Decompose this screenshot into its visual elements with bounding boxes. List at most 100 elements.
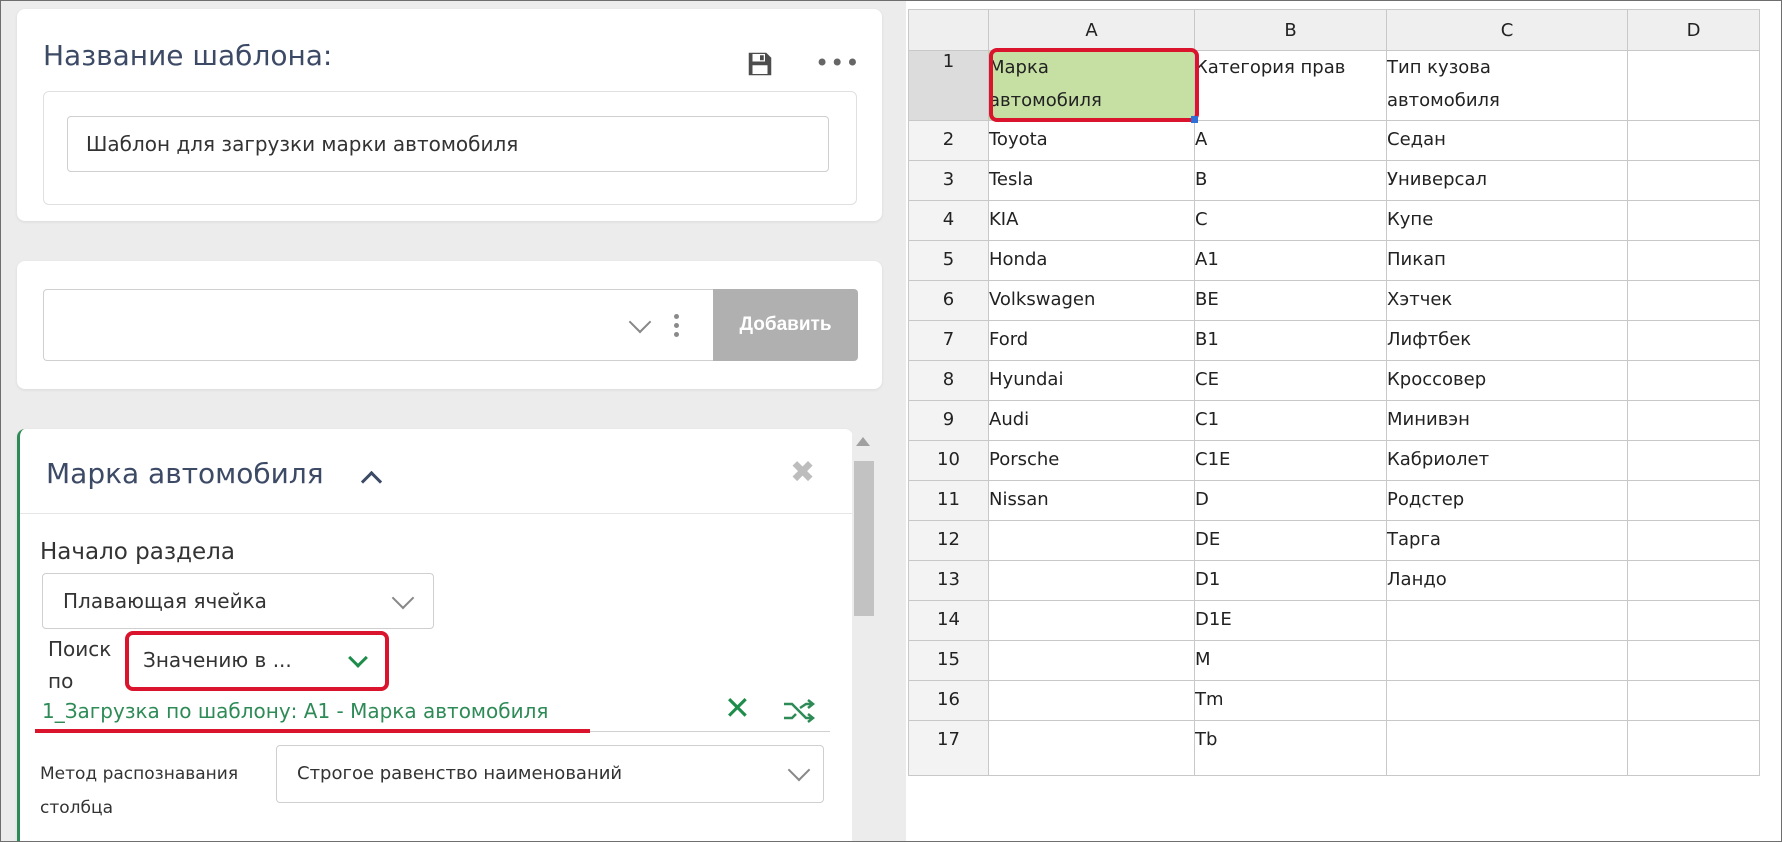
cell[interactable]: Volkswagen — [988, 280, 1195, 321]
cell[interactable] — [1627, 280, 1760, 321]
cell[interactable] — [988, 520, 1195, 561]
cell[interactable] — [1386, 720, 1628, 776]
cell[interactable] — [1627, 480, 1760, 521]
cell[interactable]: D1E — [1194, 600, 1387, 641]
search-by-select[interactable]: Значению в ... — [125, 631, 389, 691]
add-button[interactable]: Добавить — [713, 289, 858, 361]
cell[interactable] — [1627, 640, 1760, 681]
row-header[interactable]: 3 — [908, 160, 989, 201]
cell[interactable]: Родстер — [1386, 480, 1628, 521]
cell[interactable]: D1 — [1194, 560, 1387, 601]
cell[interactable]: C1 — [1194, 400, 1387, 441]
save-icon[interactable] — [745, 49, 775, 79]
row-header[interactable]: 9 — [908, 400, 989, 441]
scrollbar-thumb[interactable] — [854, 461, 874, 616]
clear-icon[interactable]: ✕ — [724, 689, 751, 727]
row-header[interactable]: 5 — [908, 240, 989, 281]
cell[interactable]: Tesla — [988, 160, 1195, 201]
cell[interactable]: DE — [1194, 520, 1387, 561]
column-header-a[interactable]: A — [988, 9, 1195, 51]
cell[interactable] — [1627, 240, 1760, 281]
row-header[interactable]: 6 — [908, 280, 989, 321]
cell[interactable] — [988, 600, 1195, 641]
cell[interactable]: C — [1194, 200, 1387, 241]
cell[interactable]: Hyundai — [988, 360, 1195, 401]
cell[interactable]: Ford — [988, 320, 1195, 361]
cell[interactable]: KIA — [988, 200, 1195, 241]
row-header[interactable]: 14 — [908, 600, 989, 641]
cell[interactable] — [988, 720, 1195, 776]
cell[interactable] — [1627, 160, 1760, 201]
cell[interactable]: Tm — [1194, 680, 1387, 721]
cell[interactable]: A1 — [1194, 240, 1387, 281]
cell[interactable] — [1627, 720, 1760, 776]
row-header[interactable]: 12 — [908, 520, 989, 561]
cell[interactable]: B1 — [1194, 320, 1387, 361]
cell[interactable]: Кроссовер — [1386, 360, 1628, 401]
row-header[interactable]: 17 — [908, 720, 989, 776]
cell[interactable] — [1386, 680, 1628, 721]
section-start-select[interactable]: Плавающая ячейка — [42, 573, 434, 629]
kebab-icon[interactable] — [674, 310, 679, 341]
row-header[interactable]: 15 — [908, 640, 989, 681]
column-header-d[interactable]: D — [1627, 9, 1760, 51]
corner-cell[interactable] — [908, 9, 989, 51]
cell[interactable]: Honda — [988, 240, 1195, 281]
close-icon[interactable]: ✖ — [790, 455, 815, 490]
row-header[interactable]: 4 — [908, 200, 989, 241]
cell[interactable] — [988, 680, 1195, 721]
cell[interactable] — [1627, 680, 1760, 721]
template-name-input[interactable]: Шаблон для загрузки марки автомобиля — [67, 116, 829, 172]
row-header[interactable]: 7 — [908, 320, 989, 361]
cell[interactable] — [1627, 50, 1760, 121]
cell[interactable]: Ландо — [1386, 560, 1628, 601]
cell[interactable]: Купе — [1386, 200, 1628, 241]
method-select[interactable]: Строгое равенство наименований — [276, 745, 824, 803]
row-header[interactable]: 8 — [908, 360, 989, 401]
cell[interactable] — [1627, 320, 1760, 361]
cell[interactable]: Категория прав — [1194, 50, 1387, 121]
cell[interactable]: Хэтчек — [1386, 280, 1628, 321]
cell[interactable]: M — [1194, 640, 1387, 681]
more-icon[interactable]: ••• — [815, 51, 860, 75]
cell[interactable] — [1627, 520, 1760, 561]
cell[interactable]: Тип кузова автомобиля — [1386, 50, 1628, 121]
row-header[interactable]: 11 — [908, 480, 989, 521]
column-header-b[interactable]: B — [1194, 9, 1387, 51]
cell[interactable]: Tb — [1194, 720, 1387, 776]
cell[interactable]: Пикап — [1386, 240, 1628, 281]
cell[interactable] — [988, 560, 1195, 601]
column-header-c[interactable]: C — [1386, 9, 1628, 51]
row-header[interactable]: 13 — [908, 560, 989, 601]
cell[interactable]: Минивэн — [1386, 400, 1628, 441]
cell[interactable] — [1627, 400, 1760, 441]
cell[interactable]: Porsche — [988, 440, 1195, 481]
cell[interactable]: C1E — [1194, 440, 1387, 481]
cell[interactable]: B — [1194, 160, 1387, 201]
cell[interactable] — [1386, 600, 1628, 641]
row-header[interactable]: 16 — [908, 680, 989, 721]
cell[interactable]: A — [1194, 120, 1387, 161]
cell[interactable] — [1627, 200, 1760, 241]
chevron-up-icon[interactable] — [360, 470, 383, 493]
add-select[interactable] — [43, 289, 713, 361]
cell[interactable]: Тарга — [1386, 520, 1628, 561]
cell[interactable]: Кабриолет — [1386, 440, 1628, 481]
fill-handle[interactable] — [1191, 116, 1198, 123]
cell[interactable]: Nissan — [988, 480, 1195, 521]
row-header[interactable]: 1 — [908, 50, 989, 121]
cell[interactable]: Универсал — [1386, 160, 1628, 201]
cell[interactable]: CE — [1194, 360, 1387, 401]
cell-a1[interactable]: Марка автомобиля — [988, 48, 1199, 123]
cell[interactable]: Седан — [1386, 120, 1628, 161]
cell[interactable] — [1627, 600, 1760, 641]
cell[interactable] — [1627, 360, 1760, 401]
row-header[interactable]: 10 — [908, 440, 989, 481]
cell[interactable] — [1627, 560, 1760, 601]
cell[interactable] — [988, 640, 1195, 681]
cell[interactable]: Лифтбек — [1386, 320, 1628, 361]
shuffle-icon[interactable] — [782, 697, 816, 725]
cell[interactable]: BE — [1194, 280, 1387, 321]
scroll-up-arrow-icon[interactable] — [856, 437, 870, 446]
cell[interactable]: Audi — [988, 400, 1195, 441]
